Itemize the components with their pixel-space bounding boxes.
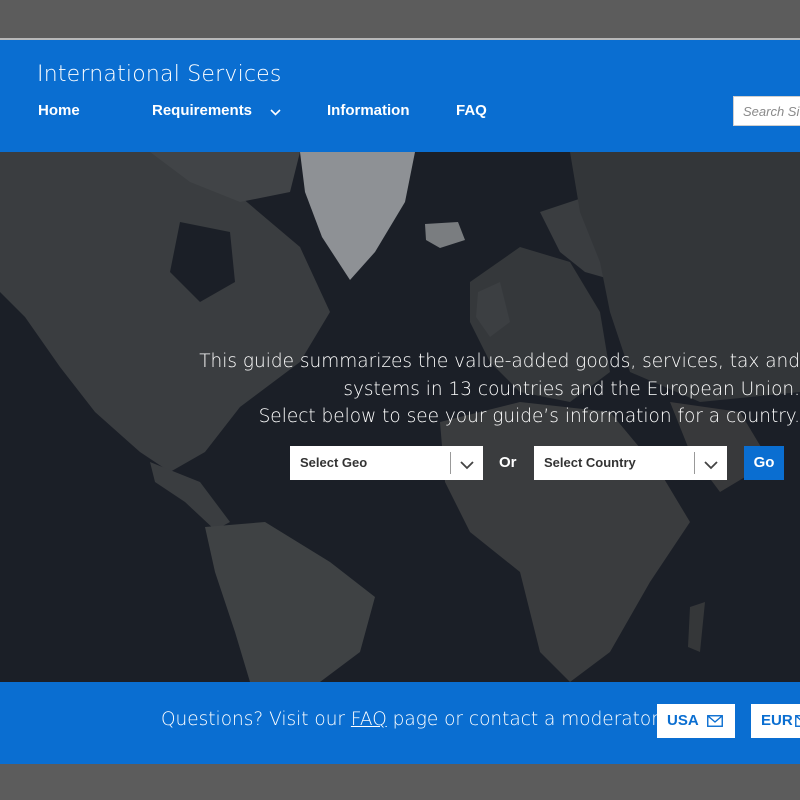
nav-requirements-label: Requirements (152, 102, 253, 119)
contact-usa-label: USA (667, 712, 699, 729)
main-nav: Home Requirements Information FAQ (0, 102, 800, 124)
country-select-value: Select Country (544, 455, 636, 470)
contact-eur-button[interactable]: EUR (751, 704, 800, 738)
contact-eur-label: EUR (761, 712, 793, 729)
or-label: Or (499, 454, 517, 471)
go-button[interactable]: Go (744, 446, 784, 480)
nav-faq[interactable]: FAQ (456, 102, 487, 119)
nav-information[interactable]: Information (327, 102, 410, 119)
chevron-down-icon (460, 457, 474, 475)
mail-icon (707, 715, 723, 727)
hero-line-2: systems in 13 countries and the European… (343, 378, 800, 400)
footer-text-after: page or contact a moderator: (386, 709, 665, 730)
hero-map: This guide summarizes the value-added go… (0, 152, 800, 682)
faq-link[interactable]: FAQ (351, 709, 387, 730)
contact-footer: Questions? Visit our FAQ page or contact… (0, 682, 800, 764)
contact-usa-button[interactable]: USA (657, 704, 735, 738)
geo-select[interactable]: Select Geo (290, 446, 483, 480)
select-divider (694, 452, 695, 474)
site-header: International Services Home Requirements… (0, 40, 800, 152)
geo-select-value: Select Geo (300, 455, 368, 470)
hero-description: This guide summarizes the value-added go… (160, 348, 800, 431)
search-input[interactable] (733, 96, 800, 126)
chevron-down-icon (704, 457, 718, 475)
select-divider (450, 452, 451, 474)
site-title[interactable]: International Services (37, 62, 282, 87)
hero-line-1: This guide summarizes the value-added go… (199, 351, 800, 372)
nav-requirements[interactable]: Requirements (152, 102, 281, 120)
nav-home[interactable]: Home (38, 102, 80, 119)
hero-line-3: Select below to see your guide’s informa… (258, 406, 800, 427)
country-select[interactable]: Select Country (534, 446, 727, 480)
footer-message: Questions? Visit our FAQ page or contact… (161, 709, 665, 730)
footer-text-before: Questions? Visit our (161, 709, 351, 730)
chevron-down-icon (270, 103, 281, 120)
mail-icon (795, 715, 800, 727)
